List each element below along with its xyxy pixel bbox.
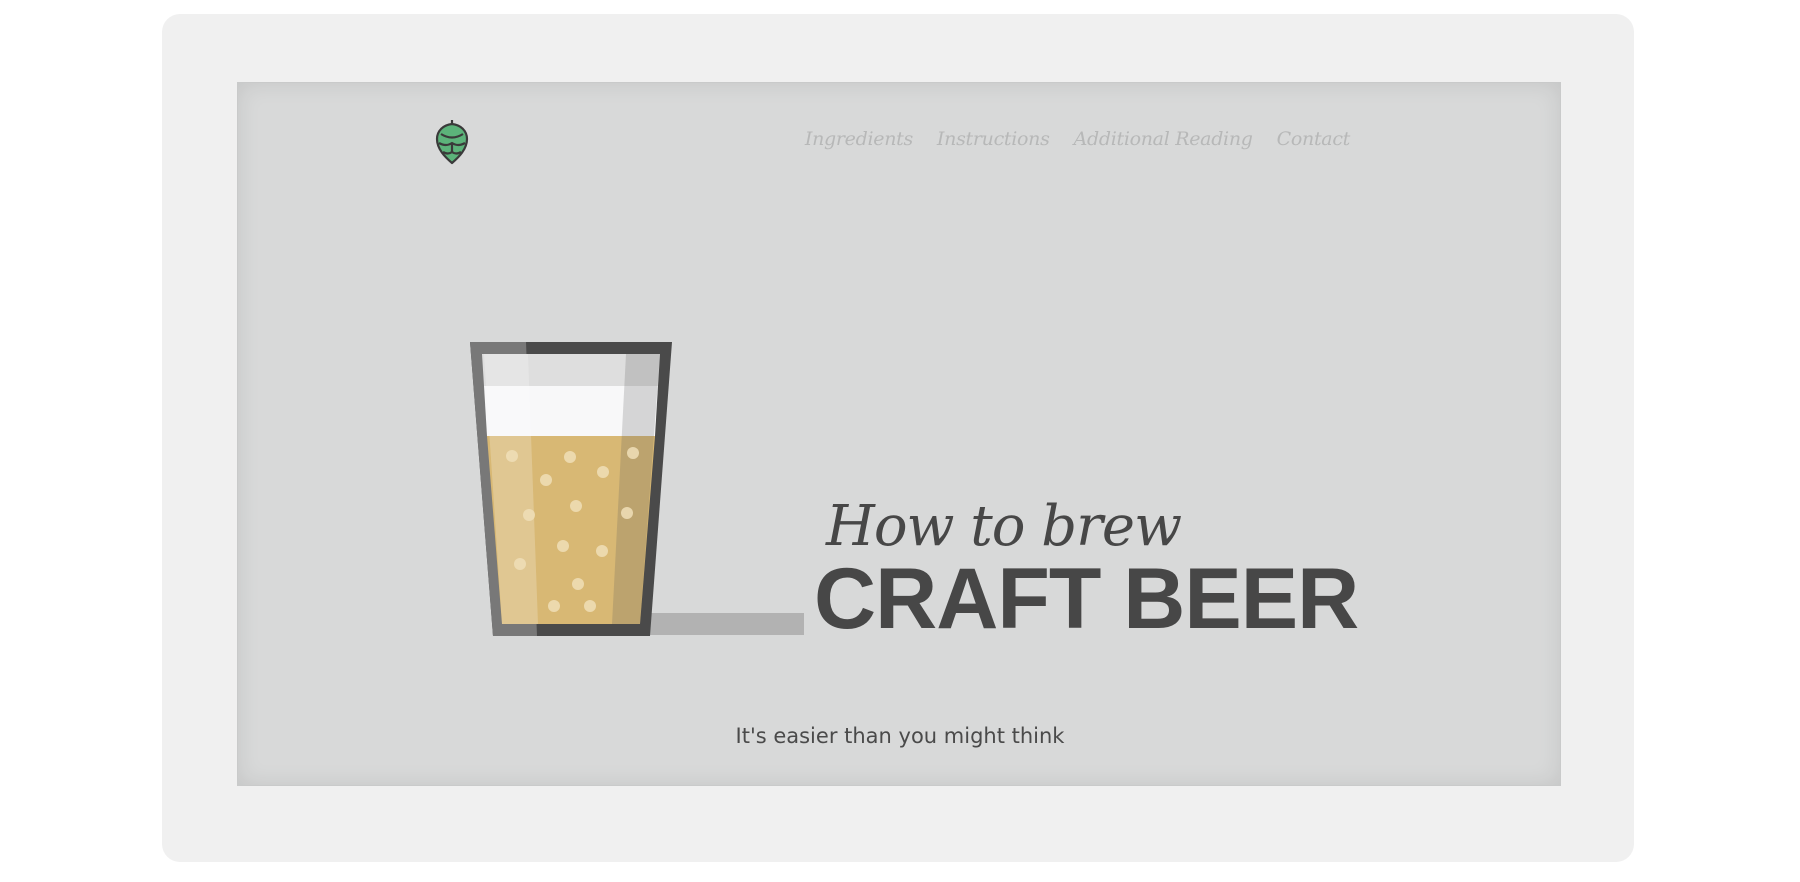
nav-item-instructions[interactable]: Instructions (937, 128, 1050, 150)
nav-item-additional-reading[interactable]: Additional Reading (1074, 128, 1253, 150)
tagline-container: It's easier than you might think (0, 724, 1800, 748)
headline-how-to-brew: How to brew (826, 494, 1182, 559)
headline-craft-beer: CRAFT BEER (814, 551, 1359, 647)
beer-glass-illustration (470, 342, 804, 636)
tagline: It's easier than you might think (735, 724, 1065, 748)
hero-screen (237, 82, 1561, 786)
nav-item-contact[interactable]: Contact (1277, 128, 1351, 150)
glass-shadow (646, 613, 804, 635)
nav-item-ingredients[interactable]: Ingredients (805, 128, 913, 150)
main-nav: Ingredients Instructions Additional Read… (805, 128, 1350, 150)
hop-icon[interactable] (433, 117, 471, 165)
